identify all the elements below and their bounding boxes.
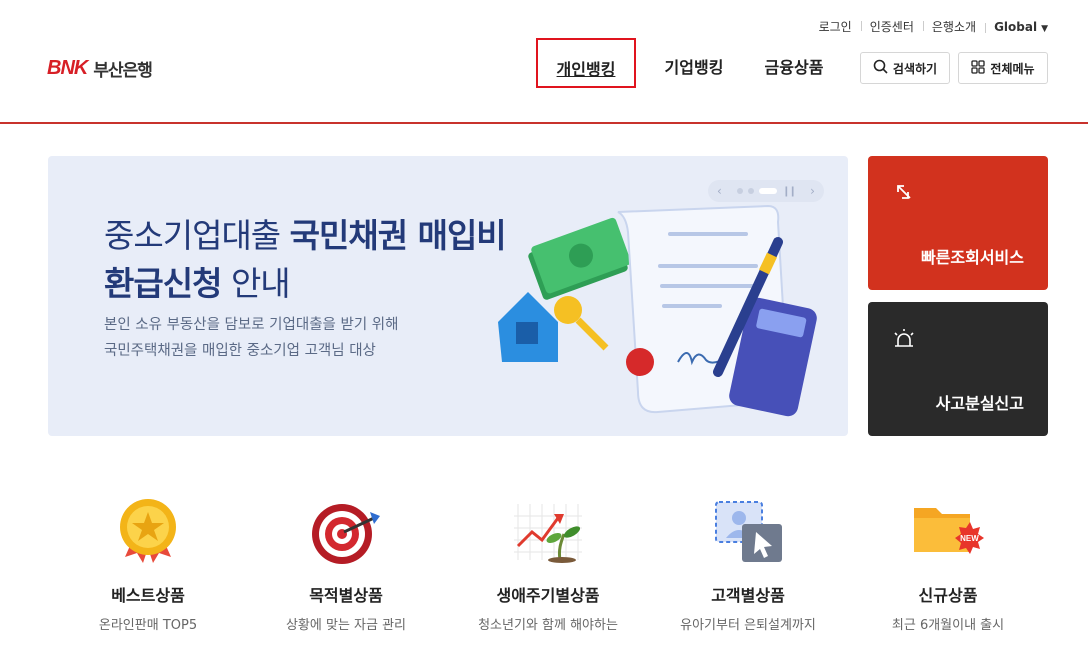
caret-down-icon: ▼ — [1041, 23, 1048, 34]
quick-menu-sub: 청소년기와 함께 해야하는 — [478, 618, 618, 633]
alarm-siren-icon — [892, 328, 916, 354]
banner-subtitle: 본인 소유 부동산을 담보로 기업대출을 받기 위해 국민주택채권을 매입한 중… — [104, 312, 398, 364]
quick-menu-sub: 최근 6개월이내 출시 — [891, 618, 1005, 633]
nav-financial-products[interactable]: 금융상품 — [754, 52, 834, 84]
nav-corporate-banking[interactable]: 기업뱅킹 — [654, 52, 734, 84]
banner-title-line2-regular: 안내 — [221, 264, 291, 303]
search-button-label: 검색하기 — [892, 61, 938, 76]
banner-title-line1: 중소기업대출 국민채권 매입비 — [104, 212, 507, 260]
quick-lookup-label: 빠른조회서비스 — [920, 248, 1024, 267]
all-menu-button[interactable]: 전체메뉴 — [958, 52, 1048, 84]
quick-menu-new[interactable]: NEW 신규상품 최근 6개월이내 출시 — [858, 494, 1038, 633]
quick-menu-title: 고객별상품 — [711, 586, 785, 605]
page: 로그인 인증센터 은행소개 Global ▼ BNK 부산은행 개인뱅킹 기업뱅킹… — [0, 0, 1088, 656]
search-icon — [873, 59, 888, 77]
search-button[interactable]: 검색하기 — [860, 52, 950, 84]
quick-lookup-card[interactable]: 빠른조회서비스 — [868, 156, 1048, 290]
quick-menu-title: 생애주기별상품 — [496, 586, 600, 605]
nav-personal-banking[interactable]: 개인뱅킹 — [536, 38, 636, 88]
logo[interactable]: BNK 부산은행 — [47, 56, 153, 81]
quick-menu-title: 목적별상품 — [309, 586, 383, 605]
banner-sub-line2: 국민주택채권을 매입한 중소기업 고객님 대상 — [104, 343, 376, 359]
global-label: Global — [994, 19, 1038, 34]
login-link[interactable]: 로그인 — [810, 18, 861, 35]
banner-title-line1-bold: 국민채권 매입비 — [289, 216, 507, 255]
quick-menu-sub: 온라인판매 TOP5 — [98, 618, 198, 633]
logo-brand: BNK — [47, 57, 88, 79]
document-illustration — [498, 204, 817, 417]
new-badge-label: NEW — [960, 534, 979, 543]
logo-name: 부산은행 — [93, 61, 153, 81]
money-icon — [528, 217, 631, 300]
loss-report-card[interactable]: 사고분실신고 — [868, 302, 1048, 436]
quick-menu-customer[interactable]: 고객별상품 유아기부터 은퇴설계까지 — [658, 494, 838, 633]
loss-report-label: 사고분실신고 — [935, 394, 1024, 413]
global-link[interactable]: Global ▼ — [985, 20, 1048, 34]
swap-arrows-icon — [892, 182, 914, 208]
utility-nav: 로그인 인증센터 은행소개 Global ▼ — [810, 18, 1048, 35]
quick-menu-sub: 상황에 맞는 자금 관리 — [285, 618, 407, 633]
folder-new-icon: NEW — [912, 494, 984, 566]
quick-menu-best[interactable]: 베스트상품 온라인판매 TOP5 — [58, 494, 238, 633]
banner-title-line2-bold: 환급신청 — [104, 264, 222, 303]
quick-menu-lifecycle[interactable]: 생애주기별상품 청소년기와 함께 해야하는 — [458, 494, 638, 633]
profile-cursor-icon — [712, 494, 784, 566]
main-banner[interactable]: 중소기업대출 국민채권 매입비 환급신청 안내 본인 소유 부동산을 담보로 기… — [48, 156, 848, 436]
header-divider — [0, 122, 1088, 124]
about-link[interactable]: 은행소개 — [922, 18, 985, 35]
quick-menu-sub: 유아기부터 은퇴설계까지 — [680, 618, 816, 633]
cert-center-link[interactable]: 인증센터 — [860, 18, 923, 35]
banner-title-line1-regular: 중소기업대출 — [104, 216, 290, 255]
banner-title: 중소기업대출 국민채권 매입비 환급신청 안내 — [104, 212, 507, 308]
all-menu-label: 전체메뉴 — [990, 61, 1035, 76]
quick-menu-purpose[interactable]: 목적별상품 상황에 맞는 자금 관리 — [256, 494, 436, 633]
banner-title-line2: 환급신청 안내 — [104, 260, 506, 308]
target-icon — [310, 494, 382, 566]
quick-menu-title: 베스트상품 — [111, 586, 185, 605]
banner-sub-line1: 본인 소유 부동산을 담보로 기업대출을 받기 위해 — [104, 317, 399, 333]
growth-chart-icon — [512, 494, 584, 566]
nav-personal-label: 개인뱅킹 — [556, 60, 616, 79]
quick-menu-title: 신규상품 — [918, 586, 978, 605]
main-nav: 개인뱅킹 기업뱅킹 금융상품 — [536, 38, 834, 88]
grid-icon — [971, 59, 986, 77]
gold-medal-icon — [112, 494, 184, 566]
